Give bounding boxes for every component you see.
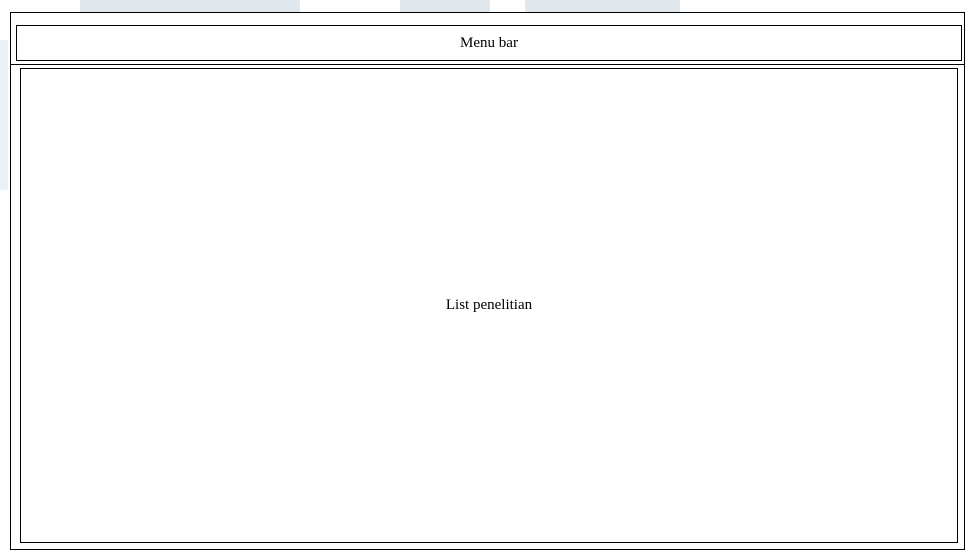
research-list-area[interactable]: List penelitian [20,68,958,543]
window-frame: Menu bar List penelitian [10,12,965,550]
menu-bar[interactable]: Menu bar [16,25,962,61]
watermark-band [0,40,8,190]
divider [11,64,965,65]
wireframe-page: Menu bar List penelitian [0,0,965,552]
research-list-label: List penelitian [445,297,533,313]
menu-bar-label: Menu bar [460,34,518,51]
